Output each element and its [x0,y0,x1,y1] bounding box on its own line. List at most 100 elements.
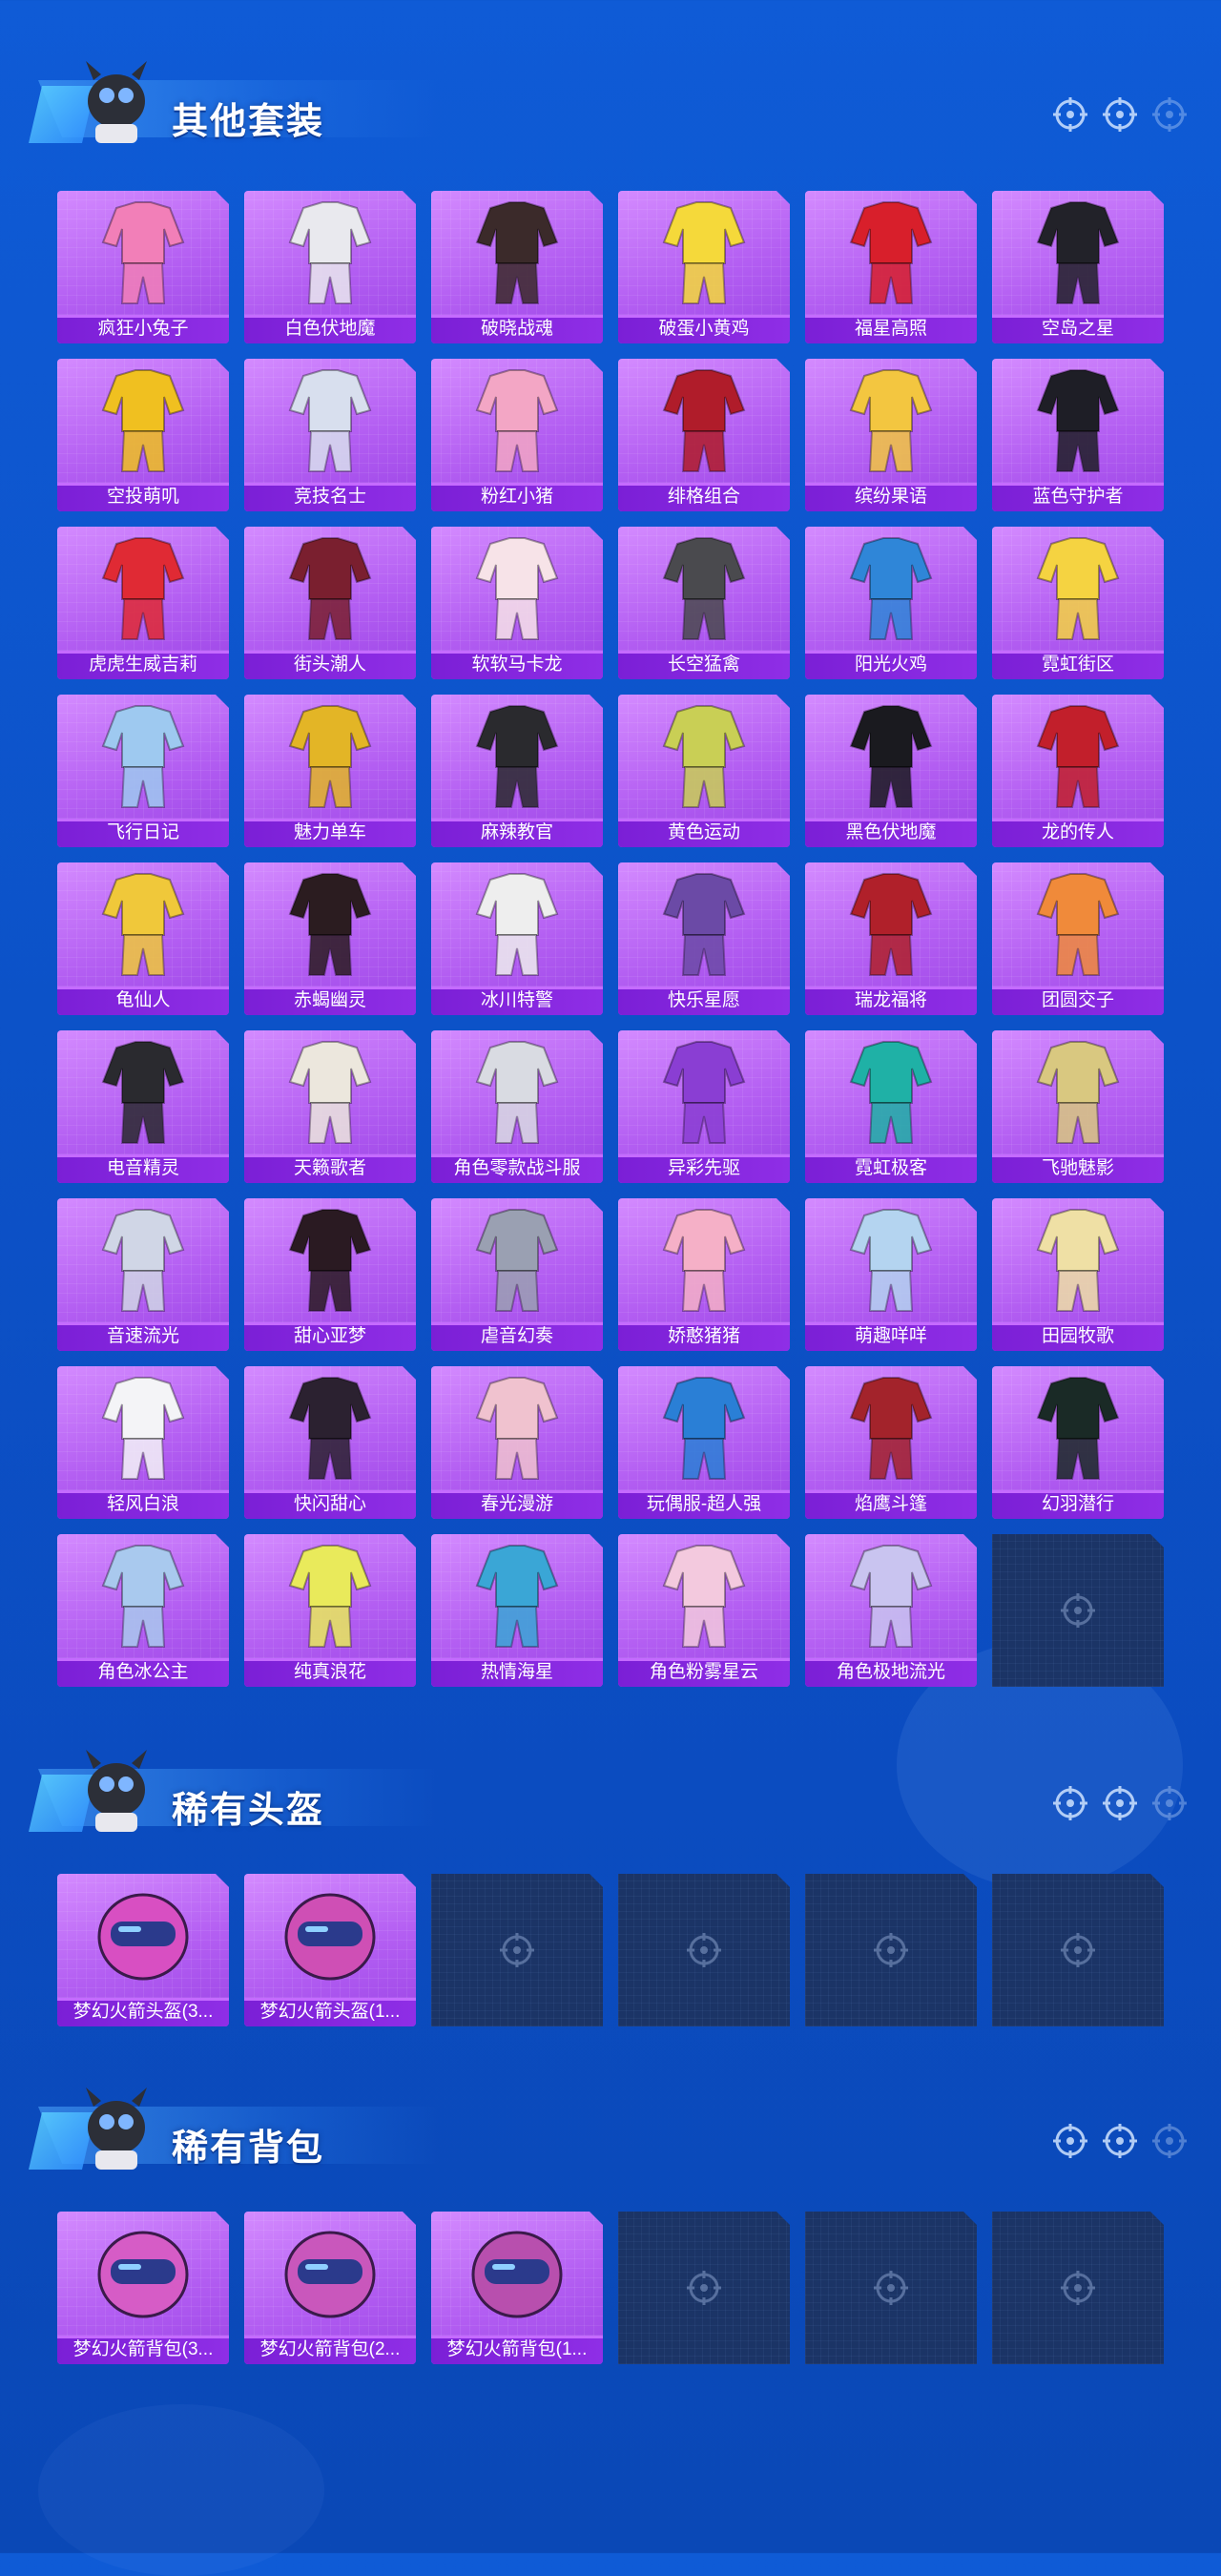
item-card-label: 魅力单车 [244,819,416,847]
crosshair-icon [1059,1931,1097,1969]
item-card[interactable]: 蓝色守护者 [992,359,1164,511]
item-card[interactable]: 龙的传人 [992,695,1164,847]
item-card[interactable]: 粉红小猪 [431,359,603,511]
helmet-rocket-lv3-icon [57,1874,229,1996]
item-card[interactable]: 疯狂小兔子 [57,191,229,343]
item-card[interactable]: 梦幻火箭背包(2... [244,2212,416,2364]
empty-slot [992,2212,1164,2364]
item-grid: 疯狂小兔子 白色伏地魔 破晓战魂 破蛋小黄鸡 福星高照 空岛之星空投萌叽 竞技名士 粉红小猪绯… [57,191,1164,1687]
item-card[interactable]: 冰川特警 [431,862,603,1015]
item-card-label: 竞技名士 [244,483,416,511]
outfit-red-suit-icon [805,191,977,313]
item-card-label: 阳光火鸡 [805,651,977,679]
item-card-label: 电音精灵 [57,1154,229,1183]
item-card[interactable]: 绯格组合 [618,359,790,511]
item-card-label: 飞行日记 [57,819,229,847]
item-card[interactable]: 飞驰魅影 [992,1030,1164,1183]
outfit-gold-white-icon [992,1030,1164,1153]
item-card-label: 蓝色守护者 [992,483,1164,511]
item-card[interactable]: 瑞龙福将 [805,862,977,1015]
outfit-plaid-set-icon [618,359,790,481]
item-card[interactable]: 角色零款战斗服 [431,1030,603,1183]
item-card[interactable]: 霓虹极客 [805,1030,977,1183]
empty-slot [992,1534,1164,1687]
mascot-icon [86,1750,147,1832]
section-header: 其他套装 [29,48,439,153]
item-card[interactable]: 音速流光 [57,1198,229,1351]
outfit-white-police-icon [431,862,603,985]
item-card[interactable]: 赤蝎幽灵 [244,862,416,1015]
empty-slot [992,1874,1164,2026]
item-card[interactable]: 梦幻火箭背包(1... [431,2212,603,2364]
item-card[interactable]: 角色粉雾星云 [618,1534,790,1687]
item-card[interactable]: 黄色运动 [618,695,790,847]
item-card[interactable]: 空岛之星 [992,191,1164,343]
outfit-pastel-bomber-icon [57,695,229,817]
item-card[interactable]: 麻辣教官 [431,695,603,847]
outfit-white-coat-icon [244,1030,416,1153]
item-card[interactable]: 梦幻火箭背包(3... [57,2212,229,2364]
item-card-label: 缤纷果语 [805,483,977,511]
item-card[interactable]: 街头潮人 [244,527,416,679]
item-card[interactable]: 梦幻火箭头盔(1... [244,1874,416,2026]
item-card[interactable]: 纯真浪花 [244,1534,416,1687]
outfit-red-white-suit-icon [57,527,229,649]
item-card[interactable]: 空投萌叽 [57,359,229,511]
header-reticle-decorations [1051,95,1189,134]
item-card[interactable]: 软软马卡龙 [431,527,603,679]
outfit-polar-dress-icon [805,1534,977,1656]
item-card[interactable]: 萌趣咩咩 [805,1198,977,1351]
item-card-label: 团圆交子 [992,987,1164,1015]
item-card[interactable]: 破晓战魂 [431,191,603,343]
item-card[interactable]: 娇憨猪猪 [618,1198,790,1351]
item-card[interactable]: 梦幻火箭头盔(3... [57,1874,229,2026]
outfit-orange-hanfu-icon [992,862,1164,985]
outfit-black-hoodie-icon [805,695,977,817]
outfit-qipao-red-icon [992,695,1164,817]
item-card[interactable]: 角色冰公主 [57,1534,229,1687]
outfit-heart-jacket-icon [244,1366,416,1488]
item-card-label: 梦幻火箭头盔(3... [57,1998,229,2026]
crosshair-icon [685,1931,723,1969]
item-card[interactable]: 焰鹰斗篷 [805,1366,977,1519]
crosshair-icon [1103,1786,1137,1820]
item-card-label: 空投萌叽 [57,483,229,511]
item-card[interactable]: 幻羽潜行 [992,1366,1164,1519]
empty-slot [805,1874,977,2026]
item-card[interactable]: 轻风白浪 [57,1366,229,1519]
item-card[interactable]: 异彩先驱 [618,1030,790,1183]
item-card[interactable]: 热情海星 [431,1534,603,1687]
item-card[interactable]: 快闪甜心 [244,1366,416,1519]
item-card-label: 粉红小猪 [431,483,603,511]
outfit-blue-sheep-icon [805,1198,977,1320]
item-card[interactable]: 团圆交子 [992,862,1164,1015]
item-card[interactable]: 白色伏地魔 [244,191,416,343]
item-card[interactable]: 春光漫游 [431,1366,603,1519]
item-card[interactable]: 龟仙人 [57,862,229,1015]
item-card-label: 霓虹极客 [805,1154,977,1183]
item-card[interactable]: 黑色伏地魔 [805,695,977,847]
outfit-pastel-set-icon [431,527,603,649]
item-card[interactable]: 福星高照 [805,191,977,343]
item-card[interactable]: 飞行日记 [57,695,229,847]
item-card[interactable]: 竞技名士 [244,359,416,511]
item-card[interactable]: 虎虎生威吉莉 [57,527,229,679]
item-card[interactable]: 玩偶服-超人强 [618,1366,790,1519]
item-card[interactable]: 阳光火鸡 [805,527,977,679]
item-card[interactable]: 缤纷果语 [805,359,977,511]
item-card[interactable]: 虐音幻奏 [431,1198,603,1351]
item-card[interactable]: 天籁歌者 [244,1030,416,1183]
item-card[interactable]: 破蛋小黄鸡 [618,191,790,343]
item-card[interactable]: 角色极地流光 [805,1534,977,1687]
item-card[interactable]: 田园牧歌 [992,1198,1164,1351]
item-card[interactable]: 快乐星愿 [618,862,790,1015]
outfit-white-jacket-icon [244,359,416,481]
item-card[interactable]: 电音精灵 [57,1030,229,1183]
outfit-plaid-grey-icon [431,1198,603,1320]
item-card[interactable]: 魅力单车 [244,695,416,847]
item-card-label: 冰川特警 [431,987,603,1015]
item-card[interactable]: 甜心亚梦 [244,1198,416,1351]
item-card-label: 娇憨猪猪 [618,1322,790,1351]
item-card[interactable]: 霓虹街区 [992,527,1164,679]
item-card[interactable]: 长空猛禽 [618,527,790,679]
